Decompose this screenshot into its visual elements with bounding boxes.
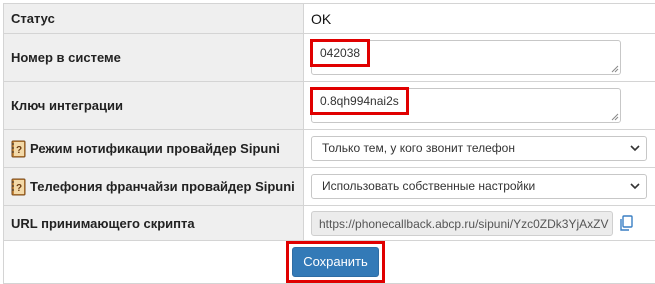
franchise-telephony-label-cell: ? Телефония франчайзи провайдер Sipuni [4, 168, 304, 206]
script-url-cell: https://phonecallback.abcp.ru/sipuni/Yzc… [304, 206, 655, 241]
integration-key-label: Ключ интеграции [4, 82, 304, 130]
chevron-down-icon [630, 143, 640, 153]
save-button[interactable]: Сохранить [292, 247, 379, 277]
notify-mode-label-cell: ? Режим нотификации провайдер Sipuni [4, 130, 304, 168]
integration-key-field[interactable]: 0.8qh994nai2s [311, 88, 621, 123]
book-help-icon[interactable]: ? [11, 178, 27, 196]
notify-mode-select[interactable]: Только тем, у кого звонит телефон [311, 136, 647, 161]
integration-key-cell: 0.8qh994nai2s [304, 82, 655, 130]
notify-mode-cell: Только тем, у кого звонит телефон [304, 130, 655, 168]
book-help-icon[interactable]: ? [11, 140, 27, 158]
row-script-url: URL принимающего скрипта https://phoneca… [4, 206, 655, 241]
status-value: OK [311, 11, 331, 27]
resize-handle-icon[interactable] [611, 113, 619, 121]
franchise-telephony-cell: Использовать собственные настройки [304, 168, 655, 206]
script-url-field[interactable]: https://phonecallback.abcp.ru/sipuni/Yzc… [311, 211, 613, 236]
resize-handle-icon[interactable] [611, 65, 619, 73]
svg-text:?: ? [16, 183, 22, 194]
copy-icon[interactable] [619, 215, 633, 231]
system-number-field[interactable]: 042038 [311, 40, 621, 75]
chevron-down-icon [630, 181, 640, 191]
row-integration-key: Ключ интеграции 0.8qh994nai2s [4, 82, 655, 130]
row-franchise-telephony: ? Телефония франчайзи провайдер Sipuni И… [4, 168, 655, 206]
status-label: Статус [4, 4, 304, 34]
notify-mode-selected: Только тем, у кого звонит телефон [322, 141, 515, 155]
integration-settings-table: Статус OK Номер в системе 042038 Ключ ин… [3, 3, 655, 284]
system-number-label: Номер в системе [4, 34, 304, 82]
save-cell: Сохранить [4, 241, 655, 284]
integration-key-value: 0.8qh994nai2s [310, 87, 409, 115]
svg-text:?: ? [16, 145, 22, 156]
franchise-telephony-label: Телефония франчайзи провайдер Sipuni [30, 179, 295, 194]
franchise-telephony-selected: Использовать собственные настройки [322, 179, 535, 193]
system-number-cell: 042038 [304, 34, 655, 82]
franchise-telephony-select[interactable]: Использовать собственные настройки [311, 174, 647, 199]
system-number-value: 042038 [310, 39, 370, 67]
notify-mode-label: Режим нотификации провайдер Sipuni [30, 141, 280, 156]
row-notify-mode: ? Режим нотификации провайдер Sipuni Тол… [4, 130, 655, 168]
save-highlight-frame: Сохранить [286, 241, 385, 283]
status-value-cell: OK [304, 4, 655, 34]
row-save: Сохранить [4, 241, 655, 284]
row-system-number: Номер в системе 042038 [4, 34, 655, 82]
row-status: Статус OK [4, 4, 655, 34]
script-url-label: URL принимающего скрипта [4, 206, 304, 241]
